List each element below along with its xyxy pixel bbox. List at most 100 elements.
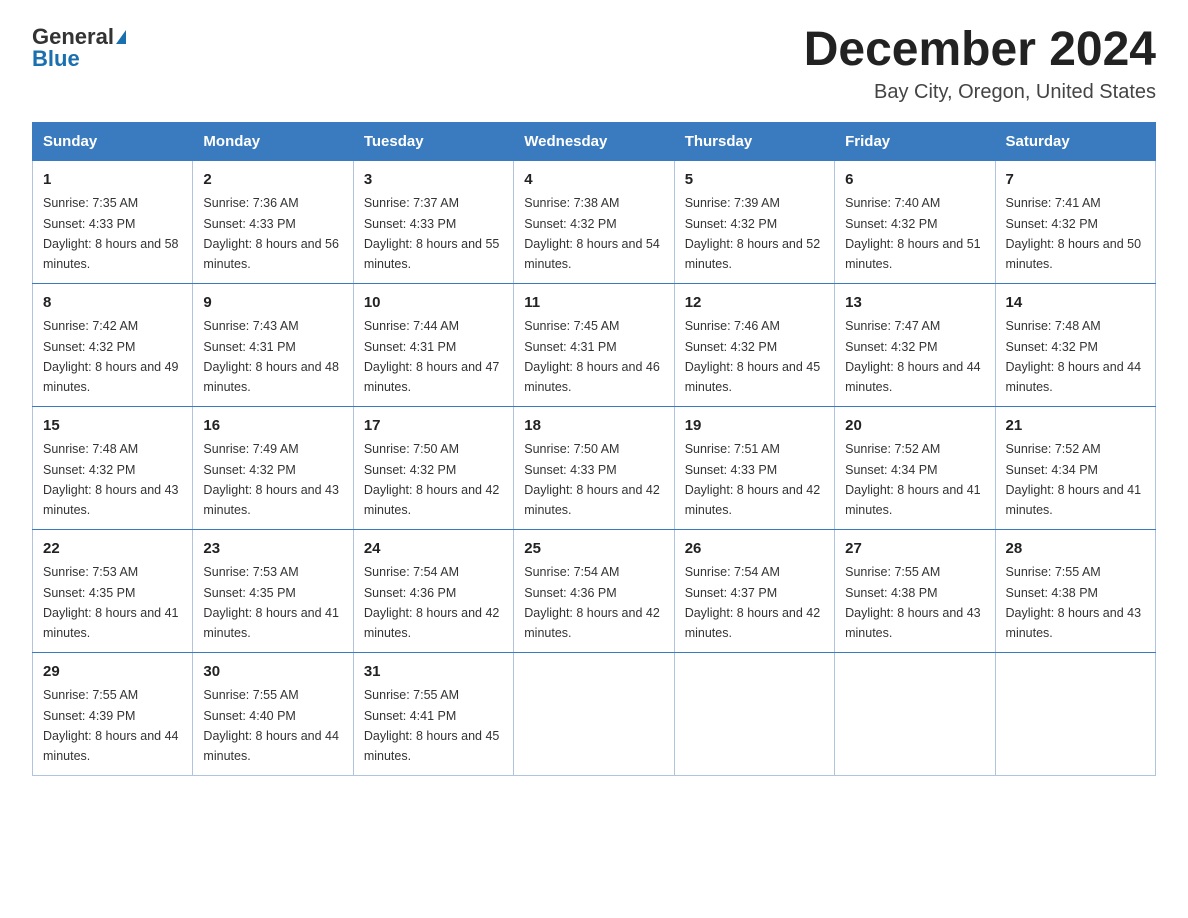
calendar-day-cell: 13 Sunrise: 7:47 AMSunset: 4:32 PMDaylig… bbox=[835, 283, 995, 406]
calendar-day-cell: 7 Sunrise: 7:41 AMSunset: 4:32 PMDayligh… bbox=[995, 160, 1155, 283]
day-detail: Sunrise: 7:52 AMSunset: 4:34 PMDaylight:… bbox=[1006, 442, 1142, 517]
day-number: 24 bbox=[364, 538, 503, 561]
calendar-day-cell: 25 Sunrise: 7:54 AMSunset: 4:36 PMDaylig… bbox=[514, 529, 674, 652]
calendar-day-cell: 17 Sunrise: 7:50 AMSunset: 4:32 PMDaylig… bbox=[353, 406, 513, 529]
day-detail: Sunrise: 7:43 AMSunset: 4:31 PMDaylight:… bbox=[203, 319, 339, 394]
col-sunday: Sunday bbox=[33, 122, 193, 160]
calendar-week-row: 8 Sunrise: 7:42 AMSunset: 4:32 PMDayligh… bbox=[33, 283, 1156, 406]
day-number: 18 bbox=[524, 415, 663, 438]
col-friday: Friday bbox=[835, 122, 995, 160]
day-number: 16 bbox=[203, 415, 342, 438]
day-detail: Sunrise: 7:48 AMSunset: 4:32 PMDaylight:… bbox=[43, 442, 179, 517]
day-detail: Sunrise: 7:55 AMSunset: 4:38 PMDaylight:… bbox=[845, 565, 981, 640]
day-number: 1 bbox=[43, 169, 182, 192]
calendar-day-cell: 22 Sunrise: 7:53 AMSunset: 4:35 PMDaylig… bbox=[33, 529, 193, 652]
calendar-day-cell bbox=[674, 652, 834, 775]
day-detail: Sunrise: 7:54 AMSunset: 4:36 PMDaylight:… bbox=[524, 565, 660, 640]
day-detail: Sunrise: 7:48 AMSunset: 4:32 PMDaylight:… bbox=[1006, 319, 1142, 394]
col-wednesday: Wednesday bbox=[514, 122, 674, 160]
day-detail: Sunrise: 7:41 AMSunset: 4:32 PMDaylight:… bbox=[1006, 196, 1142, 271]
calendar-day-cell: 21 Sunrise: 7:52 AMSunset: 4:34 PMDaylig… bbox=[995, 406, 1155, 529]
day-number: 25 bbox=[524, 538, 663, 561]
day-detail: Sunrise: 7:49 AMSunset: 4:32 PMDaylight:… bbox=[203, 442, 339, 517]
day-detail: Sunrise: 7:55 AMSunset: 4:38 PMDaylight:… bbox=[1006, 565, 1142, 640]
day-number: 17 bbox=[364, 415, 503, 438]
day-number: 28 bbox=[1006, 538, 1145, 561]
day-number: 12 bbox=[685, 292, 824, 315]
calendar-day-cell: 9 Sunrise: 7:43 AMSunset: 4:31 PMDayligh… bbox=[193, 283, 353, 406]
calendar-day-cell: 2 Sunrise: 7:36 AMSunset: 4:33 PMDayligh… bbox=[193, 160, 353, 283]
day-detail: Sunrise: 7:46 AMSunset: 4:32 PMDaylight:… bbox=[685, 319, 821, 394]
day-number: 7 bbox=[1006, 169, 1145, 192]
day-number: 10 bbox=[364, 292, 503, 315]
calendar-day-cell: 16 Sunrise: 7:49 AMSunset: 4:32 PMDaylig… bbox=[193, 406, 353, 529]
calendar-day-cell: 12 Sunrise: 7:46 AMSunset: 4:32 PMDaylig… bbox=[674, 283, 834, 406]
calendar-day-cell: 4 Sunrise: 7:38 AMSunset: 4:32 PMDayligh… bbox=[514, 160, 674, 283]
calendar-day-cell: 31 Sunrise: 7:55 AMSunset: 4:41 PMDaylig… bbox=[353, 652, 513, 775]
day-detail: Sunrise: 7:50 AMSunset: 4:32 PMDaylight:… bbox=[364, 442, 500, 517]
day-number: 2 bbox=[203, 169, 342, 192]
logo-blue-text: Blue bbox=[32, 46, 80, 72]
day-number: 8 bbox=[43, 292, 182, 315]
day-detail: Sunrise: 7:55 AMSunset: 4:41 PMDaylight:… bbox=[364, 688, 500, 763]
day-number: 15 bbox=[43, 415, 182, 438]
calendar-day-cell: 5 Sunrise: 7:39 AMSunset: 4:32 PMDayligh… bbox=[674, 160, 834, 283]
day-detail: Sunrise: 7:52 AMSunset: 4:34 PMDaylight:… bbox=[845, 442, 981, 517]
subtitle: Bay City, Oregon, United States bbox=[804, 81, 1156, 104]
calendar-day-cell: 24 Sunrise: 7:54 AMSunset: 4:36 PMDaylig… bbox=[353, 529, 513, 652]
logo-triangle-icon bbox=[116, 30, 126, 44]
day-detail: Sunrise: 7:44 AMSunset: 4:31 PMDaylight:… bbox=[364, 319, 500, 394]
day-number: 27 bbox=[845, 538, 984, 561]
day-detail: Sunrise: 7:38 AMSunset: 4:32 PMDaylight:… bbox=[524, 196, 660, 271]
calendar-day-cell: 6 Sunrise: 7:40 AMSunset: 4:32 PMDayligh… bbox=[835, 160, 995, 283]
day-detail: Sunrise: 7:54 AMSunset: 4:37 PMDaylight:… bbox=[685, 565, 821, 640]
day-number: 14 bbox=[1006, 292, 1145, 315]
calendar-day-cell: 3 Sunrise: 7:37 AMSunset: 4:33 PMDayligh… bbox=[353, 160, 513, 283]
calendar-day-cell: 1 Sunrise: 7:35 AMSunset: 4:33 PMDayligh… bbox=[33, 160, 193, 283]
logo-area: General Blue bbox=[32, 24, 126, 72]
calendar-day-cell: 15 Sunrise: 7:48 AMSunset: 4:32 PMDaylig… bbox=[33, 406, 193, 529]
calendar-day-cell: 29 Sunrise: 7:55 AMSunset: 4:39 PMDaylig… bbox=[33, 652, 193, 775]
day-number: 11 bbox=[524, 292, 663, 315]
day-detail: Sunrise: 7:54 AMSunset: 4:36 PMDaylight:… bbox=[364, 565, 500, 640]
day-number: 19 bbox=[685, 415, 824, 438]
day-detail: Sunrise: 7:36 AMSunset: 4:33 PMDaylight:… bbox=[203, 196, 339, 271]
day-number: 20 bbox=[845, 415, 984, 438]
header: General Blue December 2024 Bay City, Ore… bbox=[32, 24, 1156, 104]
calendar-table: Sunday Monday Tuesday Wednesday Thursday… bbox=[32, 122, 1156, 776]
day-detail: Sunrise: 7:55 AMSunset: 4:40 PMDaylight:… bbox=[203, 688, 339, 763]
calendar-day-cell bbox=[835, 652, 995, 775]
day-detail: Sunrise: 7:45 AMSunset: 4:31 PMDaylight:… bbox=[524, 319, 660, 394]
main-title: December 2024 bbox=[804, 24, 1156, 77]
day-number: 23 bbox=[203, 538, 342, 561]
calendar-day-cell: 26 Sunrise: 7:54 AMSunset: 4:37 PMDaylig… bbox=[674, 529, 834, 652]
day-detail: Sunrise: 7:35 AMSunset: 4:33 PMDaylight:… bbox=[43, 196, 179, 271]
col-saturday: Saturday bbox=[995, 122, 1155, 160]
day-number: 21 bbox=[1006, 415, 1145, 438]
calendar-header-row: Sunday Monday Tuesday Wednesday Thursday… bbox=[33, 122, 1156, 160]
calendar-day-cell: 11 Sunrise: 7:45 AMSunset: 4:31 PMDaylig… bbox=[514, 283, 674, 406]
day-detail: Sunrise: 7:51 AMSunset: 4:33 PMDaylight:… bbox=[685, 442, 821, 517]
day-number: 26 bbox=[685, 538, 824, 561]
calendar-week-row: 1 Sunrise: 7:35 AMSunset: 4:33 PMDayligh… bbox=[33, 160, 1156, 283]
day-detail: Sunrise: 7:53 AMSunset: 4:35 PMDaylight:… bbox=[203, 565, 339, 640]
day-number: 3 bbox=[364, 169, 503, 192]
day-detail: Sunrise: 7:47 AMSunset: 4:32 PMDaylight:… bbox=[845, 319, 981, 394]
day-number: 6 bbox=[845, 169, 984, 192]
day-number: 5 bbox=[685, 169, 824, 192]
day-number: 29 bbox=[43, 661, 182, 684]
day-number: 9 bbox=[203, 292, 342, 315]
calendar-day-cell: 30 Sunrise: 7:55 AMSunset: 4:40 PMDaylig… bbox=[193, 652, 353, 775]
calendar-day-cell: 27 Sunrise: 7:55 AMSunset: 4:38 PMDaylig… bbox=[835, 529, 995, 652]
calendar-day-cell: 8 Sunrise: 7:42 AMSunset: 4:32 PMDayligh… bbox=[33, 283, 193, 406]
day-number: 30 bbox=[203, 661, 342, 684]
day-detail: Sunrise: 7:37 AMSunset: 4:33 PMDaylight:… bbox=[364, 196, 500, 271]
calendar-day-cell: 14 Sunrise: 7:48 AMSunset: 4:32 PMDaylig… bbox=[995, 283, 1155, 406]
day-detail: Sunrise: 7:40 AMSunset: 4:32 PMDaylight:… bbox=[845, 196, 981, 271]
day-detail: Sunrise: 7:50 AMSunset: 4:33 PMDaylight:… bbox=[524, 442, 660, 517]
col-tuesday: Tuesday bbox=[353, 122, 513, 160]
calendar-week-row: 22 Sunrise: 7:53 AMSunset: 4:35 PMDaylig… bbox=[33, 529, 1156, 652]
calendar-day-cell bbox=[995, 652, 1155, 775]
day-detail: Sunrise: 7:42 AMSunset: 4:32 PMDaylight:… bbox=[43, 319, 179, 394]
day-number: 22 bbox=[43, 538, 182, 561]
